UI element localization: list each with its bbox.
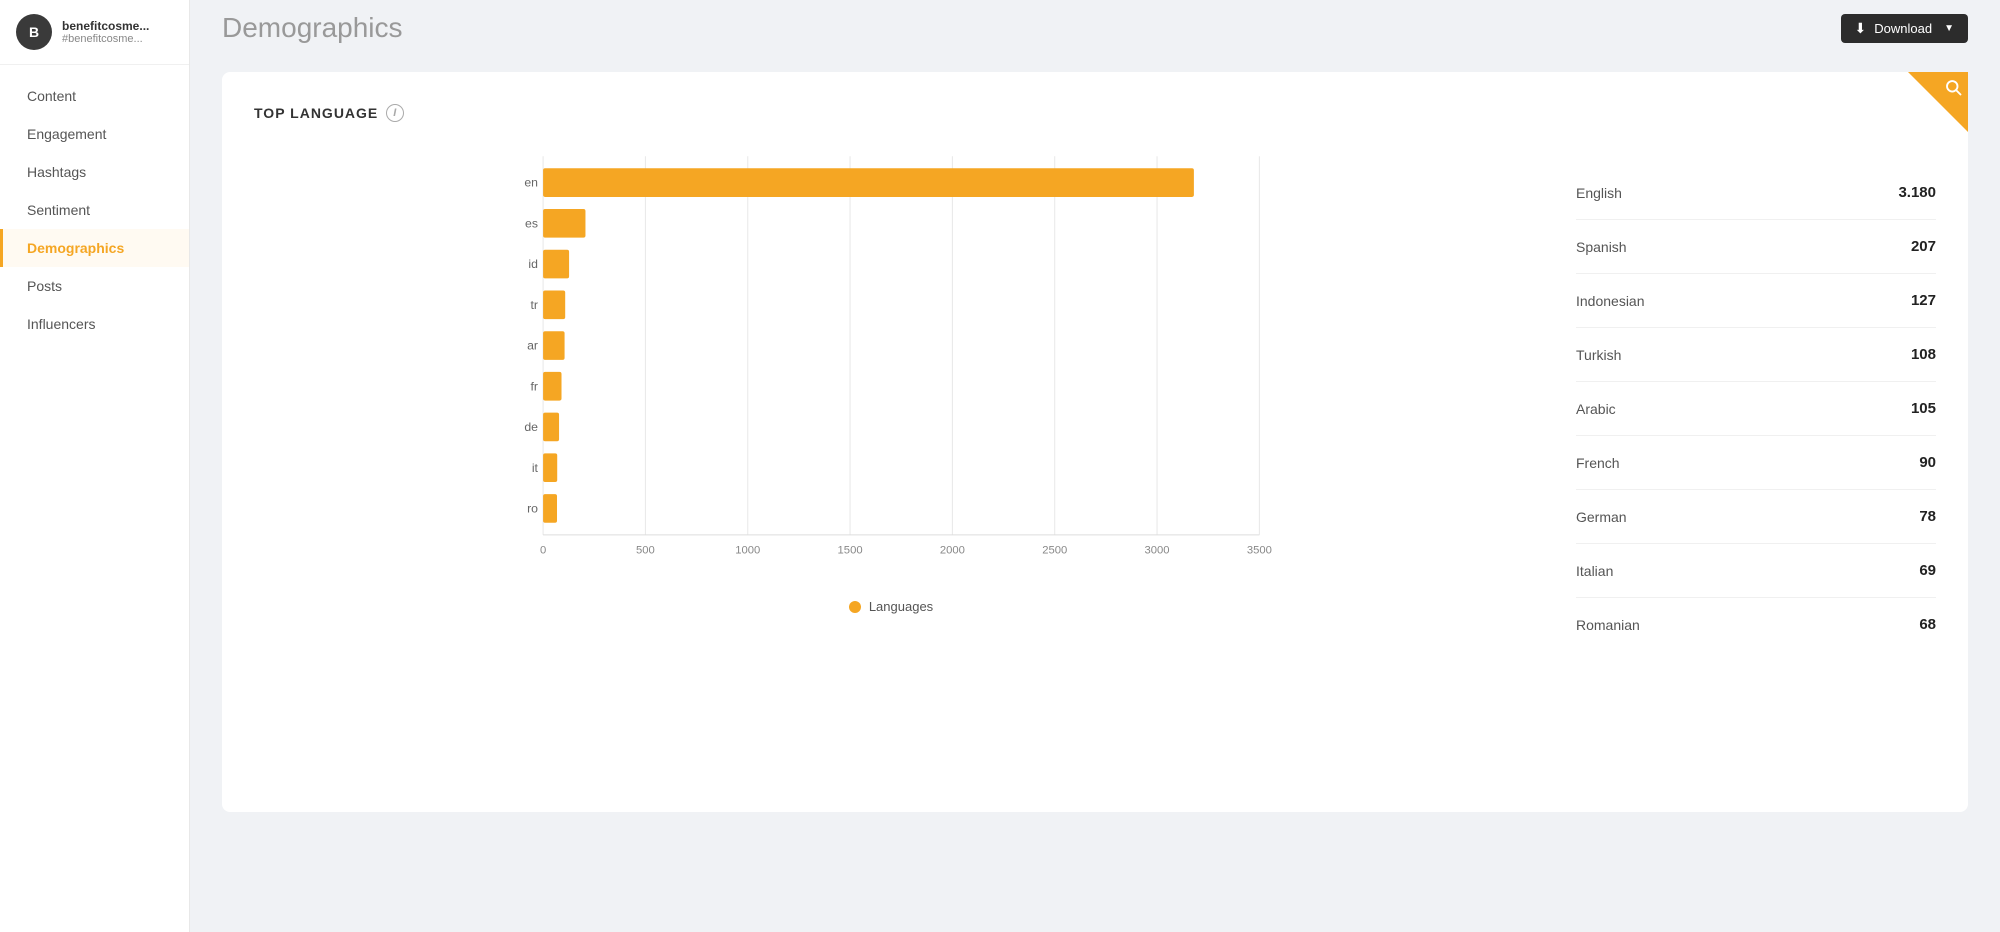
sidebar: B benefitcosme... #benefitcosme... Conte… — [0, 0, 190, 932]
svg-text:ro: ro — [527, 502, 538, 516]
stat-row-6: German 78 — [1576, 490, 1936, 544]
stats-panel: English 3.180 Spanish 207 Indonesian 127… — [1576, 146, 1936, 651]
svg-text:1500: 1500 — [838, 544, 863, 556]
sidebar-item-sentiment[interactable]: Sentiment — [0, 191, 189, 229]
caret-icon: ▼ — [1944, 23, 1954, 34]
svg-text:ar: ar — [527, 339, 538, 353]
svg-text:3000: 3000 — [1145, 544, 1170, 556]
download-icon: ⬇ — [1855, 20, 1867, 37]
stat-value: 105 — [1911, 400, 1936, 417]
stat-label: Indonesian — [1576, 293, 1645, 309]
svg-text:it: it — [532, 461, 539, 475]
stat-value: 90 — [1919, 454, 1936, 471]
stat-label: French — [1576, 455, 1620, 471]
bar-chart-wrapper: 0 500 1000 1500 2000 2500 3000 3500 en es id tr ar fr… — [254, 146, 1528, 614]
sidebar-item-engagement[interactable]: Engagement — [0, 115, 189, 153]
svg-text:es: es — [525, 216, 538, 230]
avatar: B — [16, 14, 52, 50]
svg-text:de: de — [524, 420, 538, 434]
svg-text:tr: tr — [530, 298, 538, 312]
stat-label: Turkish — [1576, 347, 1621, 363]
svg-text:1000: 1000 — [735, 544, 760, 556]
stat-value: 68 — [1919, 616, 1936, 633]
sidebar-header: B benefitcosme... #benefitcosme... — [0, 0, 189, 65]
sidebar-item-influencers[interactable]: Influencers — [0, 305, 189, 343]
stat-row-1: Spanish 207 — [1576, 220, 1936, 274]
stat-value: 108 — [1911, 346, 1936, 363]
download-button[interactable]: ⬇ Download ▼ — [1841, 14, 1968, 43]
stat-label: Italian — [1576, 563, 1613, 579]
stat-label: Spanish — [1576, 239, 1627, 255]
svg-text:2000: 2000 — [940, 544, 965, 556]
svg-text:id: id — [528, 257, 538, 271]
svg-text:500: 500 — [636, 544, 655, 556]
sidebar-nav: ContentEngagementHashtagsSentimentDemogr… — [0, 65, 189, 355]
section-title: TOP LANGUAGE i — [254, 104, 1936, 122]
stat-row-5: French 90 — [1576, 436, 1936, 490]
demographics-card: TOP LANGUAGE i 0 500 1000 1500 2000 2500 3000 3… — [222, 72, 1968, 812]
stat-row-4: Arabic 105 — [1576, 382, 1936, 436]
stat-value: 69 — [1919, 562, 1936, 579]
sidebar-account: benefitcosme... #benefitcosme... — [62, 19, 149, 45]
stat-row-0: English 3.180 — [1576, 166, 1936, 220]
search-icon — [1944, 78, 1962, 96]
corner-decoration — [1908, 72, 1968, 132]
svg-text:2500: 2500 — [1042, 544, 1067, 556]
stat-row-7: Italian 69 — [1576, 544, 1936, 598]
stat-row-2: Indonesian 127 — [1576, 274, 1936, 328]
chart-container: 0 500 1000 1500 2000 2500 3000 3500 en es id tr ar fr… — [254, 146, 1936, 651]
info-icon[interactable]: i — [386, 104, 404, 122]
stat-value: 78 — [1919, 508, 1936, 525]
svg-text:3500: 3500 — [1247, 544, 1272, 556]
sidebar-item-posts[interactable]: Posts — [0, 267, 189, 305]
sidebar-item-hashtags[interactable]: Hashtags — [0, 153, 189, 191]
stat-label: Romanian — [1576, 617, 1640, 633]
legend-label: Languages — [869, 599, 933, 614]
stat-label: German — [1576, 509, 1627, 525]
stat-row-3: Turkish 108 — [1576, 328, 1936, 382]
svg-text:en: en — [524, 176, 538, 190]
sidebar-item-content[interactable]: Content — [0, 77, 189, 115]
account-handle: #benefitcosme... — [62, 33, 149, 45]
page-title: Demographics — [222, 12, 403, 44]
sidebar-item-demographics[interactable]: Demographics — [0, 229, 189, 267]
topbar: Demographics ⬇ Download ▼ — [190, 0, 2000, 56]
stat-label: Arabic — [1576, 401, 1616, 417]
svg-text:fr: fr — [530, 379, 538, 393]
stat-row-8: Romanian 68 — [1576, 598, 1936, 651]
chart-legend: Languages — [254, 599, 1528, 614]
stat-value: 207 — [1911, 238, 1936, 255]
bar-chart: 0 500 1000 1500 2000 2500 3000 3500 en es id tr ar fr… — [254, 146, 1528, 586]
legend-dot — [849, 601, 861, 613]
main-content: Demographics ⬇ Download ▼ TOP LANGUAGE i — [190, 0, 2000, 932]
stat-label: English — [1576, 185, 1622, 201]
stat-value: 127 — [1911, 292, 1936, 309]
content-area: TOP LANGUAGE i 0 500 1000 1500 2000 2500 3000 3… — [190, 56, 2000, 932]
account-name: benefitcosme... — [62, 19, 149, 33]
stat-value: 3.180 — [1898, 184, 1936, 201]
svg-text:0: 0 — [540, 544, 546, 556]
